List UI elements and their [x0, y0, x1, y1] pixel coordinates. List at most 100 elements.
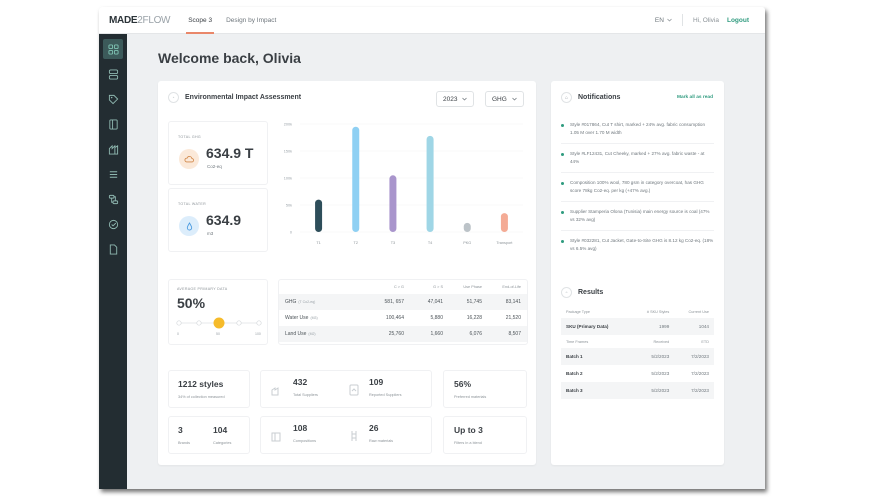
- cell: 47,041: [427, 299, 443, 305]
- x-tick-label: Transport: [496, 241, 513, 245]
- cell: 1044: [698, 324, 709, 329]
- bar-pkg[interactable]: [463, 222, 471, 232]
- notification-item[interactable]: Style #017864, Cut T shirt, marked + 24%…: [561, 115, 714, 144]
- cell: 21,520: [505, 315, 521, 321]
- sidebar-item-suppliers[interactable]: [103, 139, 123, 159]
- kpi-label: Raw materials: [369, 439, 394, 443]
- kpi-value: 108: [293, 423, 308, 433]
- column-header: Time Frames: [566, 339, 589, 344]
- logo[interactable]: MADE 2FLOW: [109, 15, 171, 26]
- metric-select[interactable]: GHG: [485, 91, 524, 107]
- notification-item[interactable]: Style #LF12431, Cut Cheeky, marked + 27%…: [561, 144, 714, 173]
- bar-t3[interactable]: [389, 175, 397, 232]
- year-select-value: 2023: [443, 95, 458, 103]
- user-greeting: Hi, Olivia: [692, 16, 719, 24]
- chevron-down-icon: [462, 97, 468, 101]
- y-tick-label: 150k: [284, 150, 292, 154]
- sidebar-item-reports[interactable]: [103, 239, 123, 259]
- notifications-card: ⌂ Notifications Mark all as read Style #…: [551, 81, 724, 465]
- logout-link[interactable]: Logout: [727, 17, 749, 24]
- tab-scope-3[interactable]: Scope 3: [186, 7, 214, 34]
- sidebar-item-tasks[interactable]: [103, 214, 123, 234]
- cell: 7/2/2023: [691, 371, 709, 376]
- tab-design-by-impact[interactable]: Design by Impact: [226, 7, 276, 34]
- x-tick-label: T1: [316, 241, 320, 245]
- year-select[interactable]: 2023: [436, 91, 475, 107]
- bell-icon: ⌂: [561, 92, 572, 103]
- x-tick-label: T3: [391, 241, 395, 245]
- kpi-value: Up to 3: [454, 425, 483, 435]
- row-unit: (M2): [308, 332, 316, 336]
- flow-icon: [108, 194, 118, 204]
- total-water-value: 634.9: [206, 212, 242, 228]
- kpi-value: 109: [369, 377, 384, 387]
- main-content: Welcome back, Olivia ◦ Environmental Imp…: [127, 34, 765, 489]
- column-header: C > G: [393, 285, 404, 289]
- slider-step[interactable]: [176, 320, 182, 326]
- mark-all-read-link[interactable]: Mark all as read: [677, 95, 713, 100]
- cell: 100,464: [385, 315, 404, 321]
- notification-text: Composition 100% wool, 780 gsm in catego…: [570, 180, 704, 193]
- sidebar-item-catalog[interactable]: [103, 114, 123, 134]
- table-header-row: C > G G > S Use Phase End-of-Life: [279, 280, 527, 294]
- top-navbar: MADE 2FLOW Scope 3 Design by Impact EN Hi…: [99, 7, 765, 34]
- cell: 25,760: [388, 331, 404, 337]
- y-tick-label: 100k: [284, 177, 292, 181]
- notifications-title: Notifications: [578, 94, 621, 101]
- notification-item[interactable]: Supplier Stamperia Olona (Tunisia) main …: [561, 202, 714, 231]
- sidebar-item-list[interactable]: [103, 164, 123, 184]
- column-header: ETD: [701, 339, 709, 344]
- sidebar-item-tags[interactable]: [103, 89, 123, 109]
- table-row: Water Use (M3) 100,464 5,880 16,228 21,52…: [279, 310, 527, 326]
- notification-item[interactable]: Composition 100% wool, 780 gsm in catego…: [561, 173, 714, 202]
- sidebar-item-dashboard[interactable]: [103, 39, 123, 59]
- slider-tick-max: 100: [255, 332, 261, 336]
- cloud-icon: [179, 149, 199, 169]
- kpi-label: Categories: [213, 441, 232, 445]
- status-dot: [561, 210, 564, 214]
- sidebar-item-flows[interactable]: [103, 189, 123, 209]
- slider-step[interactable]: [196, 320, 202, 326]
- results-row: Batch 1 5/2/2023 7/2/2023: [561, 348, 714, 365]
- cell: Batch 3: [566, 388, 583, 393]
- slider-tick-min: 0: [177, 332, 179, 336]
- kpi-label: Reported Suppliers: [369, 393, 402, 397]
- kpi-preferred: 56% Preferred materials: [443, 370, 527, 408]
- slider-step[interactable]: [256, 320, 262, 326]
- cell: 16,228: [466, 315, 482, 321]
- slider-handle[interactable]: [213, 317, 225, 329]
- impact-bar-chart: 0 50k 100k 150k 200k T1 T2 T3 T4 PKG Transport: [284, 123, 523, 245]
- sidebar: [99, 34, 127, 489]
- bar-t2[interactable]: [352, 126, 360, 232]
- database-icon: [108, 68, 118, 80]
- kpi-label: Brands: [178, 441, 191, 445]
- notification-text: Style #LF12431, Cut Cheeky, marked + 27%…: [570, 151, 705, 164]
- primary-data-slider[interactable]: [175, 316, 263, 330]
- column-header: Package Type: [566, 309, 590, 314]
- results-row: SKU (Primary Data) 1999 1044: [561, 318, 714, 335]
- kpi-value: 1212 styles: [178, 379, 224, 389]
- chevron-down-icon: [667, 18, 672, 22]
- bar-t4[interactable]: [426, 135, 434, 232]
- total-water-box: TOTAL WATER 634.9 m3: [168, 188, 268, 252]
- sidebar-item-database[interactable]: [103, 64, 123, 84]
- impact-table: C > G G > S Use Phase End-of-Life GHG (T …: [278, 279, 528, 345]
- notification-item[interactable]: Style #032281, Cut Jacket, Gate-to-Site …: [561, 231, 714, 259]
- table-row: Land Use (M2) 25,760 1,660 6,076 8,507: [279, 326, 527, 342]
- row-unit: (M3): [310, 316, 318, 320]
- bar-t1[interactable]: [315, 199, 323, 232]
- reported-icon: [349, 384, 359, 396]
- metric-select-value: GHG: [492, 95, 507, 103]
- primary-data-label: AVERAGE PRIMARY DATA: [177, 287, 228, 291]
- cell: 7/2/2023: [691, 354, 709, 359]
- cell: Batch 2: [566, 371, 583, 376]
- language-select[interactable]: EN: [655, 14, 683, 26]
- results-row: Batch 2 5/2/2023 7/2/2023: [561, 365, 714, 382]
- cell: Batch 1: [566, 354, 583, 359]
- cell: 1,660: [430, 331, 443, 337]
- row-label: Land Use: [285, 331, 307, 337]
- total-water-label: TOTAL WATER: [178, 202, 206, 206]
- slider-step[interactable]: [236, 320, 242, 326]
- bar-transport[interactable]: [500, 213, 508, 232]
- notification-text: Supplier Stamperia Olona (Tunisia) main …: [570, 209, 710, 222]
